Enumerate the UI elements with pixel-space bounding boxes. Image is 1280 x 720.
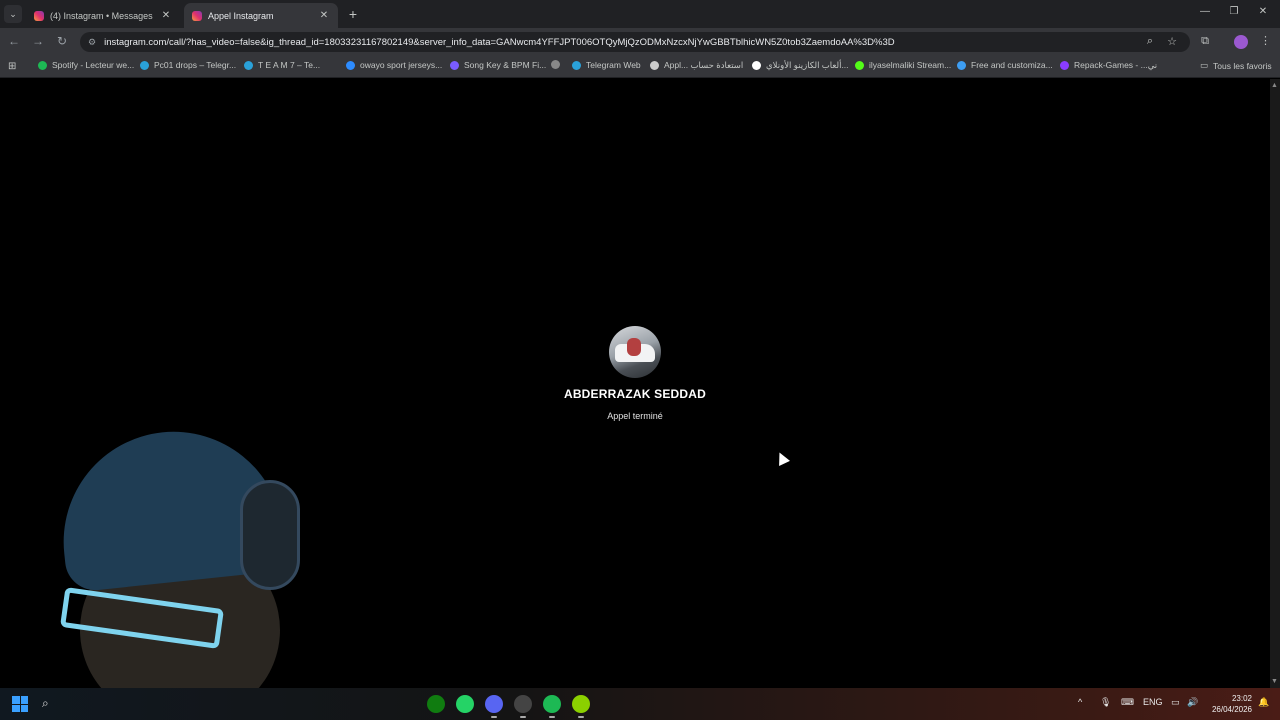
bookmark-star-icon[interactable]: ☆ bbox=[1165, 35, 1179, 48]
scroll-up-icon[interactable]: ▲ bbox=[1271, 82, 1278, 89]
close-icon[interactable]: ✕ bbox=[318, 10, 330, 21]
bookmark-item[interactable]: Telegram Web bbox=[572, 60, 641, 70]
bookmark-item[interactable]: ألعاب الكازينو الأونلاي... bbox=[752, 60, 849, 71]
scroll-down-icon[interactable]: ▼ bbox=[1271, 678, 1278, 685]
webcam-overlay bbox=[40, 420, 440, 720]
media-app-icon[interactable] bbox=[572, 695, 590, 713]
tab-instagram-messages[interactable]: (4) Instagram • Messages ✕ bbox=[26, 3, 180, 28]
search-icon[interactable]: ⌕ bbox=[42, 696, 49, 711]
clock-time: 23:02 bbox=[1231, 694, 1252, 703]
discord-icon[interactable] bbox=[485, 695, 503, 713]
tab-search-chevron-icon[interactable]: ⌄ bbox=[4, 5, 22, 23]
edge-icon bbox=[957, 60, 966, 70]
bookmark-item[interactable] bbox=[551, 60, 565, 69]
music-icon bbox=[450, 60, 459, 70]
profile-avatar-icon[interactable] bbox=[1234, 35, 1248, 49]
instagram-icon bbox=[34, 10, 44, 21]
address-url[interactable]: instagram.com/call/?has_video=false&ig_t… bbox=[104, 37, 895, 48]
bookmark-item[interactable]: ilyaselmaliki Stream... bbox=[855, 60, 951, 70]
tab-title: Appel Instagram bbox=[208, 10, 274, 21]
minimize-icon[interactable]: — bbox=[1198, 6, 1212, 17]
bookmark-item[interactable]: T E A M 7 – Te... bbox=[244, 60, 320, 70]
bookmark-item[interactable]: Spotify - Lecteur we... bbox=[38, 60, 134, 70]
network-icon[interactable]: ▭ bbox=[1171, 697, 1180, 708]
spotify-icon bbox=[38, 60, 47, 70]
keyboard-icon[interactable]: ⌨ bbox=[1121, 697, 1134, 708]
apps-grid-icon[interactable]: ⊞ bbox=[8, 61, 16, 72]
chevron-up-icon[interactable]: ^ bbox=[1078, 697, 1082, 707]
notification-icon[interactable]: 🔔 bbox=[1258, 697, 1269, 708]
site-info-icon[interactable]: ⚙ bbox=[88, 37, 96, 48]
restore-icon[interactable]: ❐ bbox=[1227, 6, 1241, 17]
windows-start-icon[interactable] bbox=[12, 696, 28, 712]
folder-icon: ▭ bbox=[1200, 60, 1209, 70]
whatsapp-icon[interactable] bbox=[456, 695, 474, 713]
back-icon[interactable]: ← bbox=[6, 34, 22, 48]
window-close-icon[interactable]: ✕ bbox=[1256, 6, 1270, 17]
caller-name: ABDERRAZAK SEDDAD bbox=[563, 387, 707, 401]
globe-icon bbox=[551, 60, 560, 69]
stake-icon bbox=[752, 61, 761, 70]
close-icon[interactable]: ✕ bbox=[160, 10, 172, 21]
spotify-icon[interactable] bbox=[543, 695, 561, 713]
all-bookmarks-folder[interactable]: ▭ Tous les favoris bbox=[1200, 60, 1272, 71]
telegram-icon bbox=[572, 60, 581, 70]
clock[interactable]: 23:02 26/04/2026 bbox=[1206, 693, 1252, 715]
owayo-icon bbox=[346, 60, 355, 70]
xbox-icon[interactable] bbox=[427, 695, 445, 713]
volume-icon[interactable]: 🔊 bbox=[1187, 697, 1198, 708]
address-bar[interactable]: ⚙ instagram.com/call/?has_video=false&ig… bbox=[80, 32, 1190, 52]
language-indicator[interactable]: ENG bbox=[1143, 697, 1163, 707]
taskbar: ⌕ ^ 🎙 ⌨ ENG ▭ 🔊 23:02 26/04/2026 🔔 bbox=[0, 688, 1280, 720]
scrollbar[interactable] bbox=[1270, 79, 1280, 688]
tab-strip: ⌄ (4) Instagram • Messages ✕ Appel Insta… bbox=[0, 0, 1280, 28]
bookmark-item[interactable]: Free and customiza... bbox=[957, 60, 1053, 70]
bookmark-item[interactable]: Repack-Games - ...ني bbox=[1060, 60, 1157, 71]
apple-icon bbox=[650, 61, 659, 70]
tab-title: (4) Instagram • Messages bbox=[50, 10, 153, 21]
app-icon[interactable] bbox=[514, 695, 532, 713]
forward-icon[interactable]: → bbox=[30, 34, 46, 48]
browser-toolbar: ← → ↻ ⚙ instagram.com/call/?has_video=fa… bbox=[0, 28, 1280, 56]
bookmark-item[interactable]: Appl... استعادة حساب bbox=[650, 60, 743, 71]
instagram-icon bbox=[192, 10, 202, 21]
telegram-icon bbox=[244, 60, 253, 70]
tab-appel-instagram[interactable]: Appel Instagram ✕ bbox=[184, 3, 338, 28]
kick-icon bbox=[855, 60, 864, 70]
avatar bbox=[609, 326, 661, 378]
menu-kebab-icon[interactable]: ⋮ bbox=[1260, 34, 1271, 47]
bookmark-item[interactable]: Pc01 drops – Telegr... bbox=[140, 60, 236, 70]
repack-icon bbox=[1060, 61, 1069, 70]
bookmark-item[interactable]: owayo sport jerseys... bbox=[346, 60, 442, 70]
zoom-search-icon[interactable]: ⌕ bbox=[1143, 35, 1157, 48]
extensions-icon[interactable]: ⧉ bbox=[1198, 35, 1212, 48]
microphone-icon[interactable]: 🎙 bbox=[1100, 697, 1111, 708]
clock-date: 26/04/2026 bbox=[1211, 705, 1252, 714]
bookmarks-bar: ⊞ Spotify - Lecteur we... Pc01 drops – T… bbox=[0, 56, 1280, 78]
new-tab-icon[interactable]: + bbox=[346, 6, 360, 22]
reload-icon[interactable]: ↻ bbox=[54, 34, 70, 48]
telegram-icon bbox=[140, 60, 149, 70]
bookmark-item[interactable]: Song Key & BPM Fi... bbox=[450, 60, 546, 70]
headphones bbox=[240, 480, 300, 590]
